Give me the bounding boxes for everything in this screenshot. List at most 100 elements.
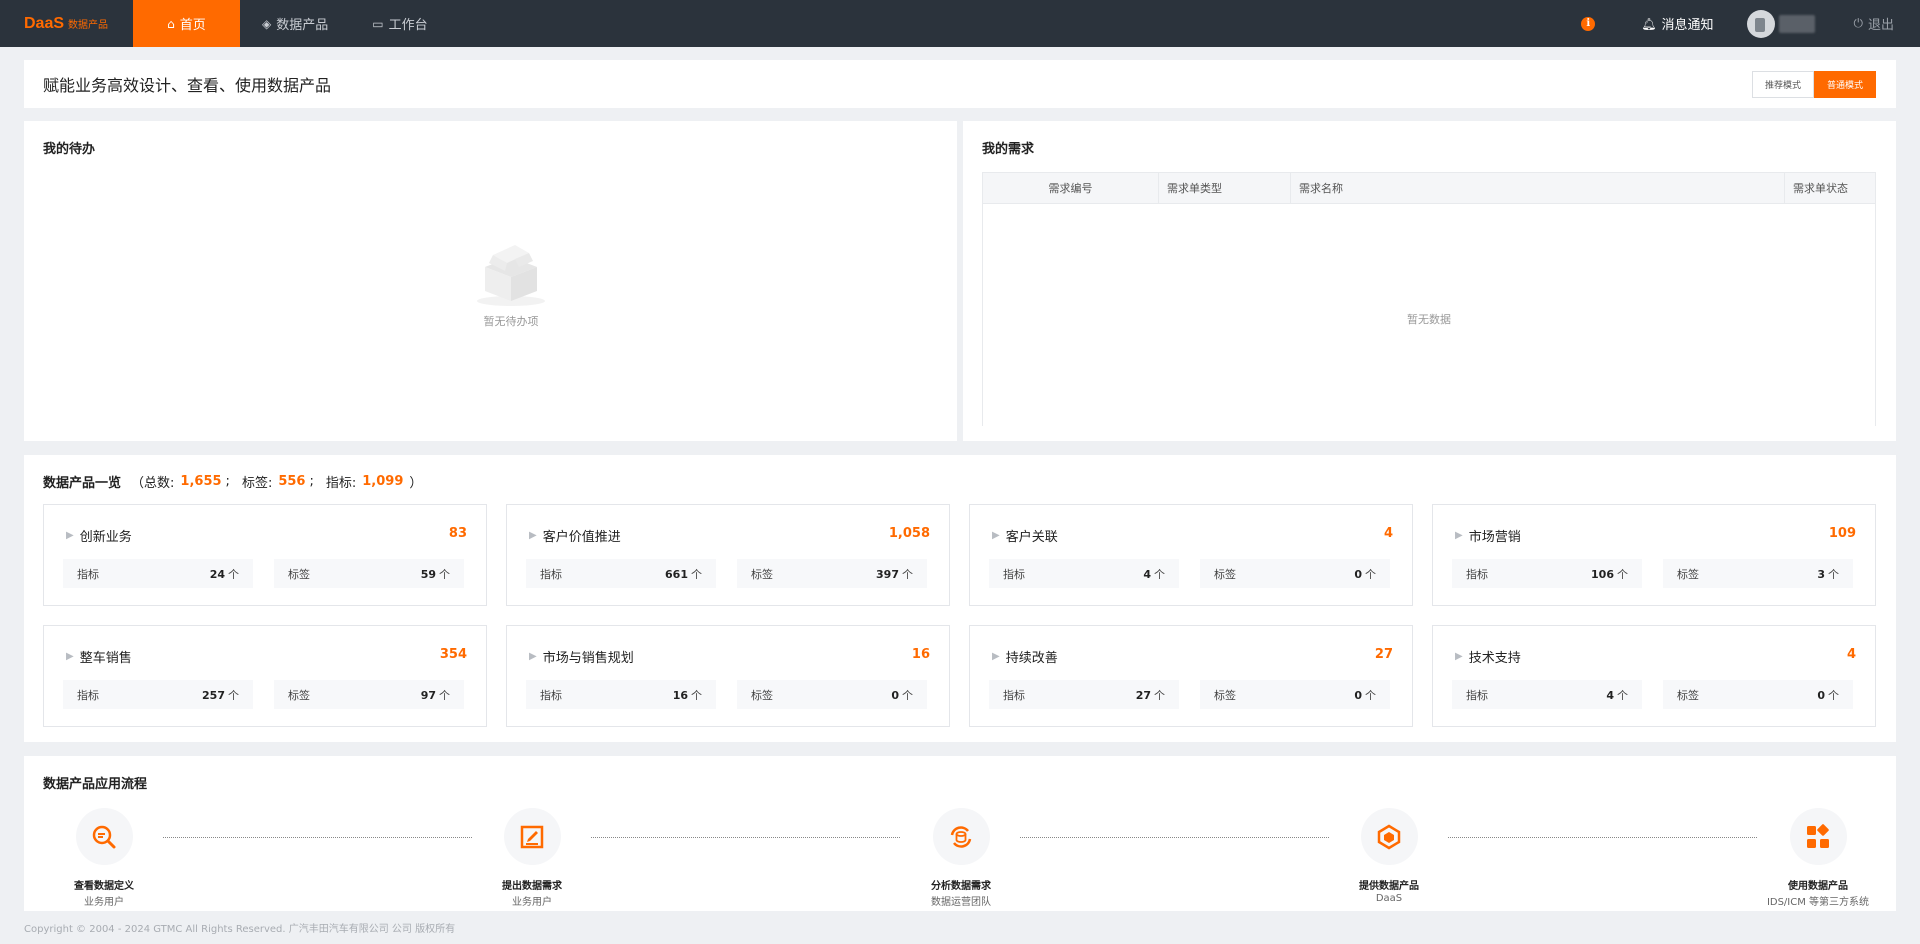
unit-label: 个 (1828, 688, 1839, 702)
info-icon[interactable]: i (1581, 16, 1596, 31)
flow-step-provide-product: 提供数据产品 DaaS (1309, 808, 1469, 904)
tag-stat[interactable]: 标签 97 个 (274, 680, 464, 709)
flow-connector (163, 837, 472, 838)
product-card-name: 持续改善 (1005, 651, 1058, 666)
flow-step-button[interactable] (1360, 808, 1418, 865)
metric-stat[interactable]: 指标 661 个 (526, 559, 716, 588)
flow-step-view-definition: 查看数据定义 业务用户 (24, 808, 184, 908)
caret-right-icon: ▶ (529, 651, 537, 662)
product-card[interactable]: ▶ 市场与销售规划 16 指标 16 个标签 0 个 (506, 625, 950, 727)
product-card-total: 16 (911, 647, 930, 662)
metric-stat[interactable]: 指标 257 个 (63, 680, 253, 709)
unit-label: 个 (1617, 567, 1628, 581)
flow-step-role: IDS/ICM 等第三方系统 (1766, 897, 1870, 908)
tag-label: 标签 (1677, 567, 1699, 581)
caret-right-icon: ▶ (1455, 530, 1463, 541)
tag-stat[interactable]: 标签 0 个 (1200, 680, 1390, 709)
flow-step-name: 使用数据产品 (1788, 881, 1848, 892)
product-card[interactable]: ▶ 客户关联 4 指标 4 个标签 0 个 (969, 504, 1413, 606)
normal-mode-button[interactable]: 普通模式 (1813, 71, 1876, 98)
caret-right-icon: ▶ (529, 530, 537, 541)
bell-icon: 🔔︎ (1641, 16, 1657, 31)
avatar[interactable] (1747, 9, 1776, 38)
unit-label: 个 (1617, 688, 1628, 702)
metric-count: 661 (665, 567, 688, 581)
tag-stat[interactable]: 标签 3 个 (1663, 559, 1853, 588)
unit-label: 个 (1154, 567, 1165, 581)
notifications-label: 消息通知 (1661, 18, 1714, 33)
flow-title: 数据产品应用流程 (43, 777, 148, 792)
product-card-name: 市场营销 (1468, 530, 1521, 545)
product-card-title: ▶ 市场营销 (1455, 526, 1521, 545)
products-summary: 数据产品一览 （ 总数: 1,655 ; 标签: 556 ; 指标: 1,099… (43, 472, 422, 491)
tag-count: 0 (891, 688, 899, 702)
tag-count: 0 (1354, 688, 1362, 702)
todo-title: 我的待办 (43, 142, 96, 157)
metric-count: 4 (1143, 567, 1151, 581)
product-card-total: 1,058 (888, 526, 930, 541)
metric-stat[interactable]: 指标 24 个 (63, 559, 253, 588)
product-card[interactable]: ▶ 客户价值推进 1,058 指标 661 个标签 397 个 (506, 504, 950, 606)
product-card[interactable]: ▶ 创新业务 83 指标 24 个标签 59 个 (43, 504, 487, 606)
provide-cube-icon (1377, 824, 1401, 849)
tag-label: 标签 (1677, 688, 1699, 702)
mode-switch: 推荐模式 普通模式 (1751, 71, 1876, 98)
needs-panel: 我的需求 需求编号 需求单类型 需求名称 需求单状态 暂无数据 (963, 121, 1896, 441)
unit-label: 个 (439, 567, 450, 581)
col-need-id[interactable]: 需求编号 (983, 173, 1159, 203)
metric-stat[interactable]: 指标 27 个 (989, 680, 1179, 709)
tag-stat[interactable]: 标签 0 个 (1663, 680, 1853, 709)
tag-count: 397 (876, 567, 899, 581)
unit-label: 个 (1154, 688, 1165, 702)
tag-stat[interactable]: 标签 0 个 (737, 680, 927, 709)
col-need-status[interactable]: 需求单状态 (1785, 173, 1875, 203)
tag-stat[interactable]: 标签 59 个 (274, 559, 464, 588)
unit-label: 个 (691, 567, 702, 581)
metric-label: 指标 (1003, 567, 1025, 581)
metric-stat[interactable]: 指标 16 个 (526, 680, 716, 709)
nav-workbench[interactable]: ▭ 工作台 (350, 0, 449, 47)
notifications-button[interactable]: 🔔︎ 消息通知 (1641, 0, 1713, 47)
product-card[interactable]: ▶ 市场营销 109 指标 106 个标签 3 个 (1432, 504, 1876, 606)
product-card-title: ▶ 客户关联 (992, 526, 1058, 545)
product-card-name: 整车销售 (79, 651, 132, 666)
product-card-title: ▶ 整车销售 (66, 647, 132, 666)
nav-data-products[interactable]: ◈ 数据产品 (240, 0, 350, 47)
recommend-mode-button[interactable]: 推荐模式 (1751, 71, 1814, 98)
needs-table: 需求编号 需求单类型 需求名称 需求单状态 暂无数据 (982, 172, 1876, 426)
logout-button[interactable]: ⏻ 退出 (1853, 0, 1894, 47)
flow-step-button[interactable] (503, 808, 561, 865)
product-card[interactable]: ▶ 整车销售 354 指标 257 个标签 97 个 (43, 625, 487, 727)
metric-count: 4 (1606, 688, 1614, 702)
nav-home[interactable]: ⌂ 首页 (133, 0, 240, 47)
nav-home-label: 首页 (179, 18, 206, 33)
metric-count: 257 (202, 688, 225, 702)
metric-stat[interactable]: 指标 106 个 (1452, 559, 1642, 588)
metric-stat[interactable]: 指标 4 个 (989, 559, 1179, 588)
flow-step-button[interactable] (75, 808, 133, 865)
product-card-total: 4 (1846, 647, 1856, 662)
col-need-type[interactable]: 需求单类型 (1159, 173, 1291, 203)
flow-step-role: 业务用户 (512, 897, 552, 908)
tag-stat[interactable]: 标签 397 个 (737, 559, 927, 588)
product-card-total: 4 (1383, 526, 1393, 541)
username-redacted[interactable] (1779, 14, 1816, 33)
tag-count: 97 (420, 688, 436, 702)
metric-stat[interactable]: 指标 4 个 (1452, 680, 1642, 709)
tag-label: 标签 (751, 567, 773, 581)
product-card[interactable]: ▶ 技术支持 4 指标 4 个标签 0 个 (1432, 625, 1876, 727)
needs-table-header: 需求编号 需求单类型 需求名称 需求单状态 (983, 173, 1875, 204)
nav-workbench-label: 工作台 (388, 18, 428, 33)
tag-stat[interactable]: 标签 0 个 (1200, 559, 1390, 588)
tag-count: 0 (1354, 567, 1362, 581)
flow-step-role: 业务用户 (84, 897, 124, 908)
flow-step-button[interactable] (1789, 808, 1847, 865)
product-card[interactable]: ▶ 持续改善 27 指标 27 个标签 0 个 (969, 625, 1413, 727)
brand-logo[interactable]: DaaS 数据产品 (0, 0, 133, 47)
col-need-name[interactable]: 需求名称 (1291, 173, 1785, 203)
metric-label: 指标 (540, 567, 562, 581)
flow-step-button[interactable] (932, 808, 990, 865)
tag-count: 3 (1817, 567, 1825, 581)
tag-count: 59 (420, 567, 436, 581)
